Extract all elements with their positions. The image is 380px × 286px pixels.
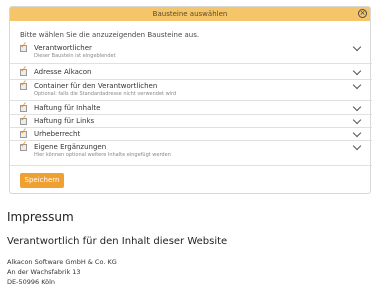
checkbox[interactable]: ✓ bbox=[20, 127, 28, 138]
chevron-down-icon[interactable] bbox=[352, 42, 362, 52]
option-label: Adresse Alkacon bbox=[34, 68, 92, 76]
address-line: An der Wachsfabrik 13 bbox=[7, 268, 81, 276]
checkmark-icon: ✓ bbox=[20, 79, 28, 89]
checkmark-icon: ✓ bbox=[20, 65, 28, 75]
checkmark-icon: ✓ bbox=[20, 41, 28, 51]
option-label: Haftung für Inhalte bbox=[34, 104, 101, 112]
address-line: Alkacon Software GmbH & Co. KG bbox=[7, 258, 117, 266]
divider bbox=[10, 79, 372, 80]
save-button[interactable]: Speichern bbox=[20, 173, 64, 188]
checkbox[interactable]: ✓ bbox=[20, 101, 28, 112]
option-label: Container für den Verantwortlichen bbox=[34, 82, 158, 90]
chevron-down-icon[interactable] bbox=[352, 128, 362, 138]
dialog-title: Bausteine auswählen bbox=[152, 10, 228, 18]
chevron-down-icon[interactable] bbox=[352, 66, 362, 76]
block-selection-dialog: Bausteine auswählen × Bitte wählen Sie d… bbox=[9, 6, 372, 194]
checkmark-icon: ✓ bbox=[20, 114, 28, 124]
divider bbox=[10, 127, 372, 128]
option-description: Optional: falls die Standardadresse nich… bbox=[34, 91, 177, 97]
option-description: Dieser Baustein ist eingeblendet bbox=[34, 53, 116, 59]
checkmark-icon: ✓ bbox=[20, 101, 28, 111]
checkmark-icon: ✓ bbox=[20, 127, 28, 137]
option-label: Haftung für Links bbox=[34, 117, 95, 125]
divider bbox=[10, 100, 372, 101]
divider bbox=[10, 165, 372, 166]
chevron-down-icon[interactable] bbox=[352, 115, 362, 125]
page-subtitle: Verantwortlich für den Inhalt dieser Web… bbox=[7, 236, 228, 247]
dialog-header: Bausteine auswählen × bbox=[10, 7, 370, 21]
checkbox[interactable]: ✓ bbox=[20, 114, 28, 125]
close-icon[interactable]: × bbox=[358, 9, 367, 18]
option-label: Verantwortlicher bbox=[34, 44, 92, 52]
checkmark-icon: ✓ bbox=[20, 140, 28, 150]
option-label: Urheberrecht bbox=[34, 130, 81, 138]
checkbox[interactable]: ✓ bbox=[20, 140, 28, 151]
checkbox[interactable]: ✓ bbox=[20, 41, 28, 52]
chevron-down-icon[interactable] bbox=[352, 141, 362, 151]
checkbox[interactable]: ✓ bbox=[20, 79, 28, 90]
checkbox[interactable]: ✓ bbox=[20, 65, 28, 76]
option-description: Hier können optional weitere Inhalte ein… bbox=[34, 152, 171, 158]
chevron-down-icon[interactable] bbox=[352, 102, 362, 112]
divider bbox=[10, 63, 372, 64]
page-title: Impressum bbox=[7, 210, 74, 224]
divider bbox=[10, 140, 372, 141]
option-label: Eigene Ergänzungen bbox=[34, 143, 107, 151]
chevron-down-icon[interactable] bbox=[352, 80, 362, 90]
divider bbox=[10, 114, 372, 115]
dialog-intro: Bitte wählen Sie die anzuzeigenden Baust… bbox=[20, 31, 200, 39]
